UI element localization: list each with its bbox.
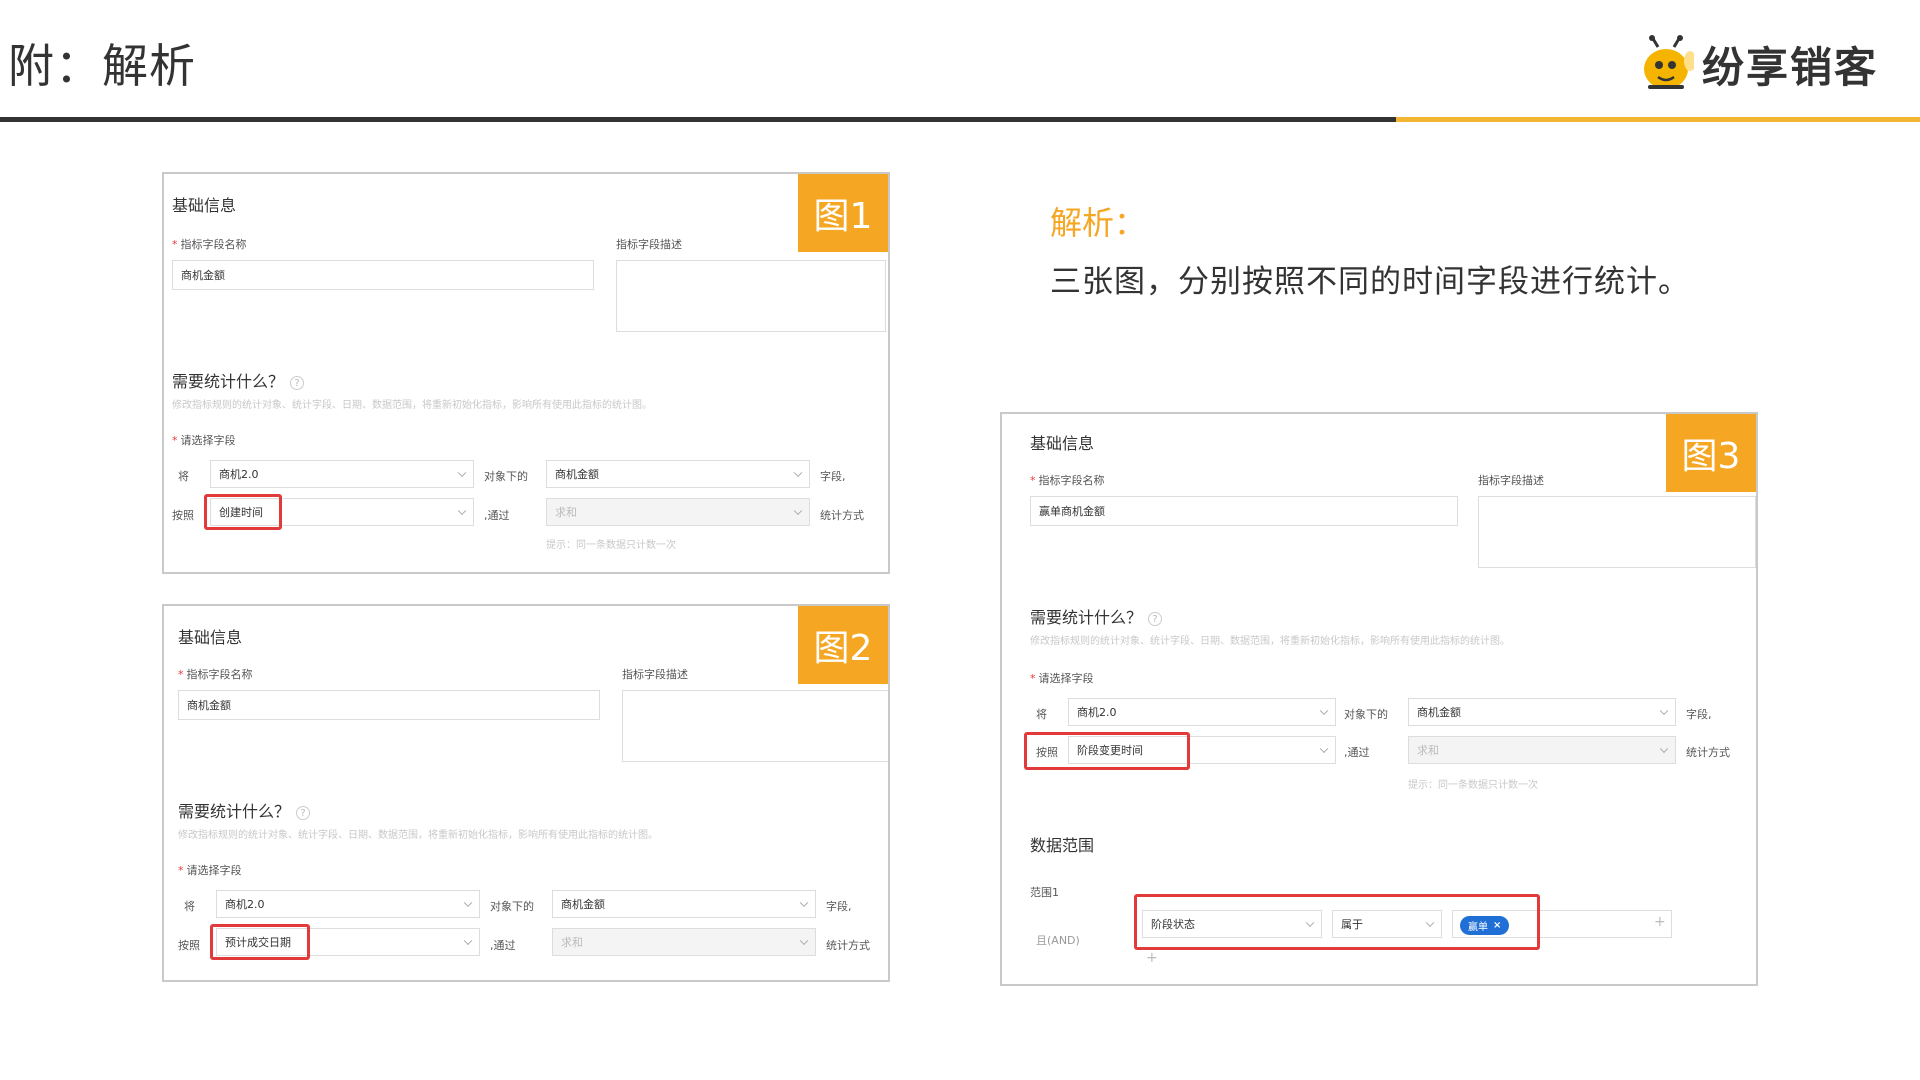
row1-suffix: 字段, [820,470,846,483]
row2-prefix: 按照 [178,939,200,952]
page-title: 附：解析 [8,39,196,93]
row1-mid: 对象下的 [484,470,528,483]
chevron-down-icon [799,898,809,908]
field-select[interactable]: 商机金额 [1408,698,1676,726]
figure-2-card: 图2 基础信息 * 指标字段名称 指标字段描述 商机金额 需要统计什么？? 修改指… [162,604,890,982]
chevron-down-icon [457,506,467,516]
figure-2-tag: 图2 [798,606,888,684]
name-label: * 指标字段名称 [1030,474,1105,487]
header-rule-gold [1396,117,1920,122]
section-title: 基础信息 [172,196,237,215]
analysis-title: 解析： [1050,204,1147,242]
figure-1-tag: 图1 [798,174,888,252]
row1-mid: 对象下的 [1344,708,1388,721]
row2-prefix: 按照 [172,509,194,522]
add-value-icon[interactable]: + [1654,914,1666,930]
question-row: 需要统计什么？? [178,798,311,822]
range-title: 数据范围 [1030,836,1095,855]
row1-suffix: 字段, [826,900,852,913]
name-input[interactable]: 商机金额 [172,260,594,290]
chevron-down-icon [1659,706,1669,716]
question-title: 需要统计什么？ [178,802,291,821]
question-title: 需要统计什么？ [1030,608,1143,627]
brand-name: 纷享销客 [1702,43,1879,92]
field-select[interactable]: 商机金额 [546,460,810,488]
help-icon[interactable]: ? [290,375,305,390]
row1-prefix: 将 [1036,708,1047,721]
question-row: 需要统计什么？? [1030,604,1163,628]
row2-mid: ,通过 [490,939,516,952]
object-select[interactable]: 商机2.0 [216,890,480,918]
help-icon[interactable]: ? [1148,611,1163,626]
row1-suffix: 字段, [1686,708,1712,721]
chevron-down-icon [1659,744,1669,754]
section-title: 基础信息 [178,628,243,647]
chevron-down-icon [463,936,473,946]
row1-mid: 对象下的 [490,900,534,913]
add-condition-icon[interactable]: + [1146,950,1158,966]
field-label: * 请选择字段 [172,434,236,447]
aggregation-select: 求和 [546,498,810,526]
name-input[interactable]: 商机金额 [178,690,600,720]
desc-textarea[interactable] [616,260,886,332]
figure-3-tag: 图3 [1666,414,1756,492]
count-tip: 提示：同一条数据只计数一次 [546,540,676,551]
question-hint: 修改指标规则的统计对象、统计字段、日期、数据范围，将重新初始化指标，影响所有使用… [172,400,652,411]
object-select[interactable]: 商机2.0 [210,460,474,488]
range-label: 范围1 [1030,886,1059,899]
date-field-highlight [1024,732,1190,770]
chevron-down-icon [463,898,473,908]
bee-mascot-icon [1640,34,1696,95]
question-row: 需要统计什么？? [172,368,305,392]
and-toggle[interactable]: 且(AND) [1036,932,1080,948]
analysis-body: 三张图，分别按照不同的时间字段进行统计。 [1050,264,1690,300]
brand-logo: 纷享销客 [1640,34,1878,95]
field-select[interactable]: 商机金额 [552,890,816,918]
date-field-highlight [204,494,282,530]
object-select[interactable]: 商机2.0 [1068,698,1336,726]
desc-textarea[interactable] [622,690,888,762]
header-rule-dark [0,117,1396,122]
name-input[interactable]: 赢单商机金额 [1030,496,1458,526]
aggregation-select: 求和 [1408,736,1676,764]
desc-label: 指标字段描述 [1478,474,1544,487]
desc-label: 指标字段描述 [622,668,688,681]
row2-suffix: 统计方式 [826,939,870,952]
chevron-down-icon [1319,744,1329,754]
chevron-down-icon [1319,706,1329,716]
figure-1-card: 图1 基础信息 * 指标字段名称 指标字段描述 商机金额 需要统计什么？? 修改指… [162,172,890,574]
question-hint: 修改指标规则的统计对象、统计字段、日期、数据范围，将重新初始化指标，影响所有使用… [178,830,658,841]
row2-suffix: 统计方式 [1686,746,1730,759]
row1-prefix: 将 [184,900,195,913]
count-tip: 提示：同一条数据只计数一次 [1408,780,1538,791]
row1-prefix: 将 [178,470,189,483]
aggregation-select: 求和 [552,928,816,956]
row2-mid: ,通过 [484,509,510,522]
chevron-down-icon [799,936,809,946]
field-label: * 请选择字段 [178,864,242,877]
figure-3-card: 图3 基础信息 * 指标字段名称 指标字段描述 赢单商机金额 需要统计什么？? 修… [1000,412,1758,986]
question-title: 需要统计什么？ [172,372,285,391]
desc-label: 指标字段描述 [616,238,682,251]
condition-highlight [1134,894,1540,950]
date-field-highlight [210,924,310,960]
row2-suffix: 统计方式 [820,509,864,522]
chevron-down-icon [793,468,803,478]
slide: 附：解析 纷享销客 图1 基础信息 * 指标字段名称 指标字段描述 商机金额 需要… [0,0,1920,1080]
chevron-down-icon [457,468,467,478]
field-label: * 请选择字段 [1030,672,1094,685]
name-label: * 指标字段名称 [178,668,253,681]
name-label: * 指标字段名称 [172,238,247,251]
question-hint: 修改指标规则的统计对象、统计字段、日期、数据范围，将重新初始化指标，影响所有使用… [1030,636,1510,647]
desc-textarea[interactable] [1478,496,1756,568]
chevron-down-icon [793,506,803,516]
row2-mid: ,通过 [1344,746,1370,759]
help-icon[interactable]: ? [296,805,311,820]
section-title: 基础信息 [1030,434,1095,453]
